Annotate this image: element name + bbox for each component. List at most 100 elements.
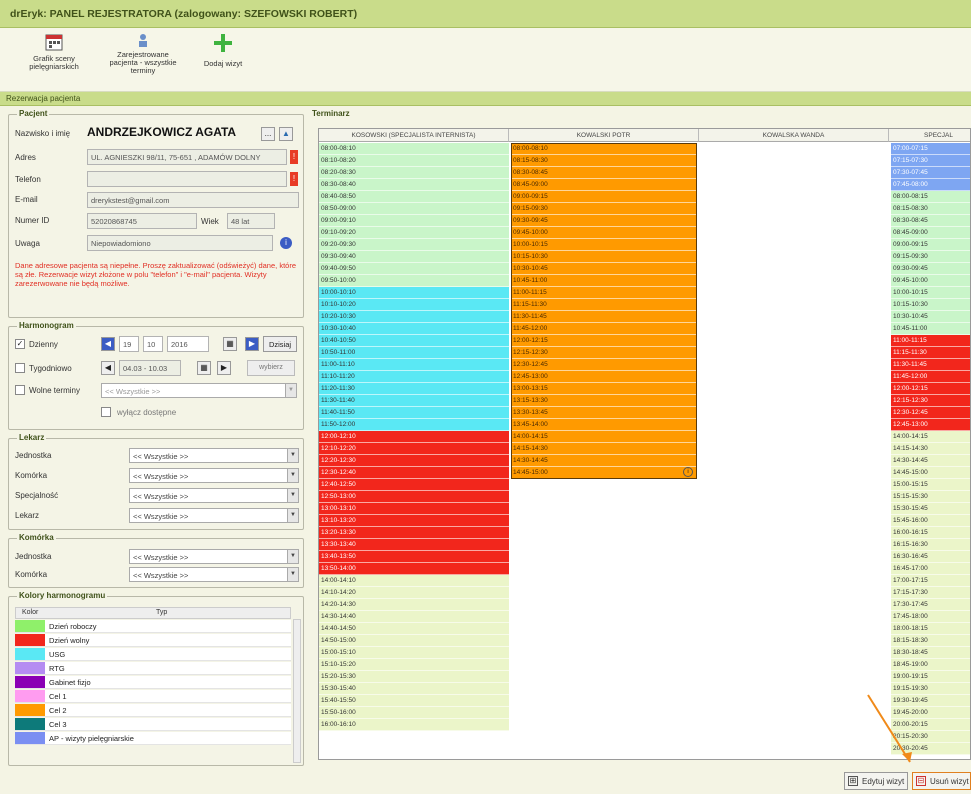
time-slot[interactable]: 16:00-16:15 [891, 527, 970, 539]
add-visit-button[interactable]: Dodaj wizyt [198, 32, 248, 68]
legend-item[interactable]: Dzień roboczy [15, 620, 291, 633]
legend-scrollbar[interactable] [293, 619, 301, 763]
edit-visit-button[interactable]: ⊞ Edytuj wizyt [844, 772, 909, 790]
time-slot[interactable]: 12:50-13:00 [319, 491, 509, 503]
time-slot[interactable]: 11:00-11:10 [319, 359, 509, 371]
week-calendar-icon[interactable]: ▦ [197, 361, 211, 375]
time-slot[interactable]: 16:45-17:00 [891, 563, 970, 575]
free-slots-checkbox[interactable] [15, 385, 25, 395]
time-slot[interactable]: 14:30-14:45 [891, 455, 970, 467]
info-icon[interactable]: i [280, 237, 292, 249]
cell-cell-select[interactable]: << Wszystkie >> ▼ [129, 567, 299, 582]
time-slot[interactable]: 15:30-15:45 [891, 503, 970, 515]
email-field[interactable]: drerykstest@gmail.com [87, 192, 299, 208]
time-slot[interactable]: 09:15-09:30 [891, 251, 970, 263]
today-button[interactable]: Dzisiaj [263, 336, 297, 352]
time-slot[interactable]: 14:00-14:15 [891, 431, 970, 443]
time-slot[interactable]: 11:15-11:30 [891, 347, 970, 359]
time-slot[interactable]: 11:30-11:40 [319, 395, 509, 407]
time-slot[interactable]: 08:20-08:30 [319, 167, 509, 179]
time-slot[interactable]: 14:45-15:00 [891, 467, 970, 479]
show-week-button[interactable]: wybierz [247, 360, 295, 376]
time-slot[interactable]: 11:10-11:20 [319, 371, 509, 383]
address-field[interactable]: UL. AGNIESZKI 98/11, 75-651 , ADAMÓW DOL… [87, 149, 287, 165]
time-slot[interactable]: 08:15-08:30 [891, 203, 970, 215]
delete-visit-button[interactable]: ⊟ Usuń wizyt [912, 772, 971, 790]
time-slot[interactable]: 08:45-09:00 [891, 227, 970, 239]
time-slot[interactable]: 13:00-13:10 [319, 503, 509, 515]
time-slot[interactable]: 09:50-10:00 [319, 275, 509, 287]
time-slot[interactable]: 15:20-15:30 [319, 671, 509, 683]
month-field[interactable]: 10 [143, 336, 163, 352]
time-slot[interactable]: 15:30-15:40 [319, 683, 509, 695]
time-slot[interactable]: 11:20-11:30 [319, 383, 509, 395]
doctor-cell-select[interactable]: << Wszystkie >> ▼ [129, 468, 299, 483]
time-slot[interactable]: 11:00-11:15 [891, 335, 970, 347]
legend-item[interactable]: AP - wizyty pielęgniarskie [15, 732, 291, 745]
time-slot[interactable]: 17:45-18:00 [891, 611, 970, 623]
time-slot[interactable]: 10:10-10:20 [319, 299, 509, 311]
time-slot[interactable]: 12:30-12:40 [319, 467, 509, 479]
time-slot[interactable]: 09:00-09:10 [319, 215, 509, 227]
legend-item[interactable]: Gabinet fizjo [15, 676, 291, 689]
time-slot[interactable]: 14:30-14:40 [319, 611, 509, 623]
time-slot[interactable]: 07:00-07:15 [891, 143, 970, 155]
time-slot[interactable]: 12:10-12:20 [319, 443, 509, 455]
weekly-checkbox[interactable] [15, 363, 25, 373]
time-slot[interactable]: 10:00-10:15 [891, 287, 970, 299]
print-visits-button[interactable]: Zarejestrowane pacjenta - wszystkie term… [108, 32, 178, 75]
legend-item[interactable]: Cel 3 [15, 718, 291, 731]
time-slot[interactable]: 19:00-19:15 [891, 671, 970, 683]
time-slot[interactable]: 18:15-18:30 [891, 635, 970, 647]
time-slot[interactable]: 12:00-12:15 [891, 383, 970, 395]
time-slot[interactable]: 17:30-17:45 [891, 599, 970, 611]
time-slot[interactable]: 13:40-13:50 [319, 551, 509, 563]
time-slot[interactable]: 11:30-11:45 [891, 359, 970, 371]
time-slot[interactable]: 15:40-15:50 [319, 695, 509, 707]
next-day-button[interactable]: ▶ [245, 337, 259, 351]
time-slot[interactable]: 08:00-08:10 [319, 143, 509, 155]
cell-unit-select[interactable]: << Wszystkie >> ▼ [129, 549, 299, 564]
time-slot[interactable]: 09:00-09:15 [891, 239, 970, 251]
time-slot[interactable]: 12:30-12:45 [891, 407, 970, 419]
time-slot[interactable]: 07:45-08:00 [891, 179, 970, 191]
time-slot[interactable]: 08:00-08:15 [891, 191, 970, 203]
free-slots-select[interactable]: << Wszystkie >> ▼ [101, 383, 297, 398]
hide-available-checkbox[interactable] [101, 407, 111, 417]
time-slot[interactable]: 09:10-09:20 [319, 227, 509, 239]
time-slot[interactable]: 14:00-14:10 [319, 575, 509, 587]
time-slot[interactable]: 11:40-11:50 [319, 407, 509, 419]
time-slot[interactable]: 14:20-14:30 [319, 599, 509, 611]
time-slot[interactable]: 15:50-16:00 [319, 707, 509, 719]
time-slot[interactable]: 10:45-11:00 [891, 323, 970, 335]
next-week-button[interactable]: ▶ [217, 361, 231, 375]
time-slot[interactable]: 07:30-07:45 [891, 167, 970, 179]
time-slot[interactable]: 16:00-16:10 [319, 719, 509, 731]
time-slot[interactable]: 12:15-12:30 [891, 395, 970, 407]
time-slot[interactable]: 12:40-12:50 [319, 479, 509, 491]
legend-item[interactable]: Cel 1 [15, 690, 291, 703]
time-slot[interactable]: 17:15-17:30 [891, 587, 970, 599]
schedule-button[interactable]: Grafik sceny pielęgniarskich [24, 32, 84, 71]
prev-week-button[interactable]: ◀ [101, 361, 115, 375]
time-slot[interactable]: 10:50-11:00 [319, 347, 509, 359]
select-patient-button[interactable]: ... [261, 127, 275, 141]
time-slot[interactable]: 18:30-18:45 [891, 647, 970, 659]
time-slot[interactable]: 10:20-10:30 [319, 311, 509, 323]
time-slot[interactable]: 15:00-15:15 [891, 479, 970, 491]
time-slot[interactable]: 08:10-08:20 [319, 155, 509, 167]
time-slot[interactable]: 10:00-10:10 [319, 287, 509, 299]
doctor-select[interactable]: << Wszystkie >> ▼ [129, 508, 299, 523]
time-slot[interactable]: 11:45-12:00 [891, 371, 970, 383]
legend-item[interactable]: USG [15, 648, 291, 661]
time-slot[interactable]: 15:10-15:20 [319, 659, 509, 671]
time-slot[interactable]: 12:00-12:10 [319, 431, 509, 443]
time-slot[interactable]: 13:10-13:20 [319, 515, 509, 527]
time-slot[interactable]: 16:15-16:30 [891, 539, 970, 551]
time-slot[interactable]: 08:50-09:00 [319, 203, 509, 215]
time-slot[interactable]: 12:45-13:00 [891, 419, 970, 431]
doctor-unit-select[interactable]: << Wszystkie >> ▼ [129, 448, 299, 463]
calendar-picker-icon[interactable]: ▦ [223, 337, 237, 351]
time-slot[interactable]: 09:30-09:45 [891, 263, 970, 275]
time-slot[interactable]: 09:40-09:50 [319, 263, 509, 275]
